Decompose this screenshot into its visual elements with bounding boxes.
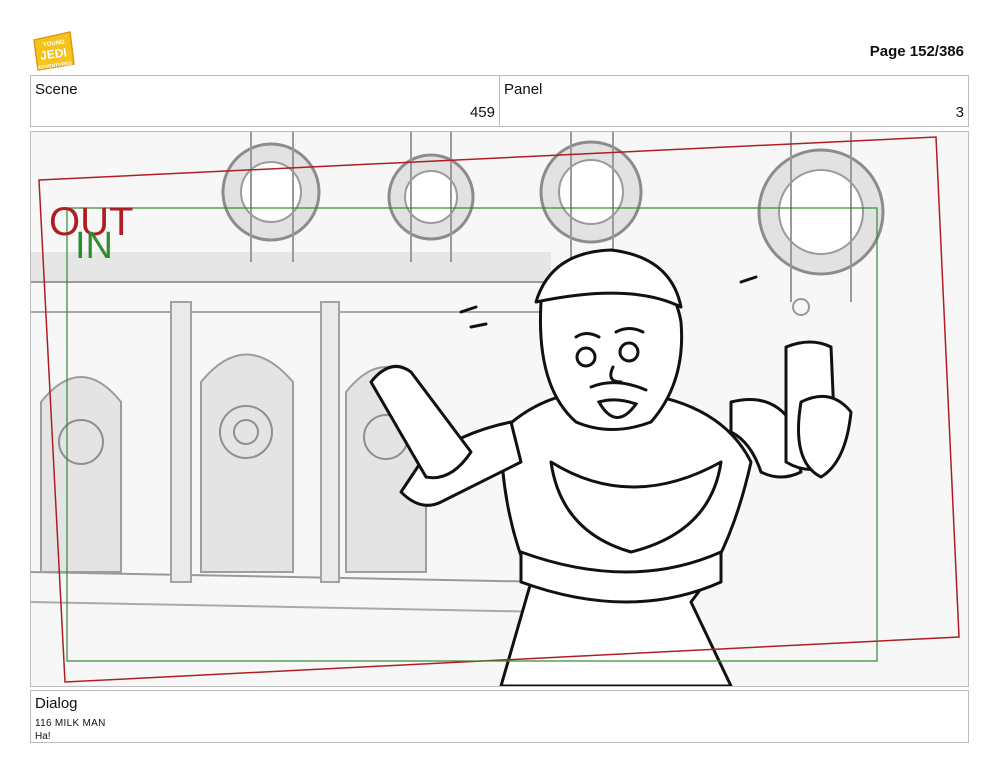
- scene-cell: Scene 459: [31, 76, 500, 126]
- panel-label: Panel: [504, 81, 543, 98]
- page-number: Page 152/386: [869, 43, 964, 60]
- scene-number: 459: [469, 104, 495, 121]
- storyboard-panel: OUT IN: [30, 131, 969, 687]
- scene-panel-row: Scene 459 Panel 3: [30, 75, 969, 127]
- dialog-box: Dialog 116 MILK MAN Ha!: [30, 690, 969, 743]
- dialog-speaker: 116 MILK MAN: [35, 718, 106, 729]
- panel-cell: Panel 3: [500, 76, 968, 126]
- scene-label: Scene: [35, 81, 78, 98]
- in-frame-label: IN: [75, 225, 113, 267]
- show-logo: YOUNG JEDI ADVENTURES: [33, 31, 75, 71]
- dialog-line: Ha!: [35, 731, 51, 742]
- panel-number: 3: [955, 104, 964, 121]
- storyboard-sketch: OUT IN: [31, 132, 968, 686]
- dialog-label: Dialog: [35, 695, 78, 712]
